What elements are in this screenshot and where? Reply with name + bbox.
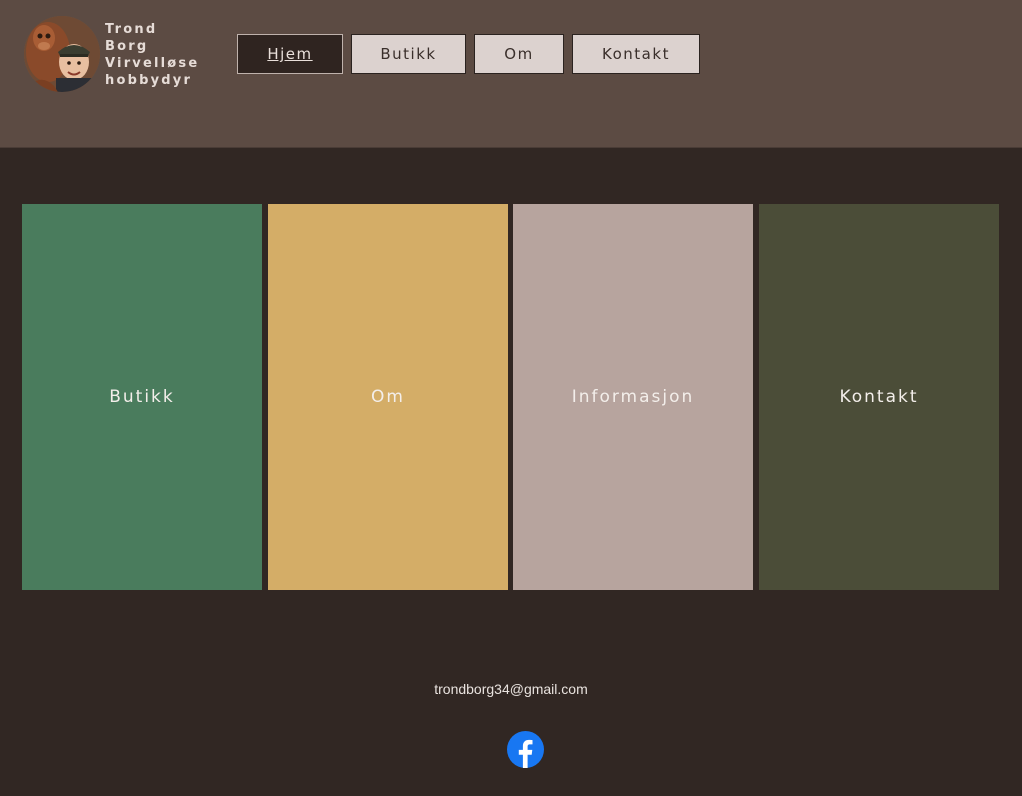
tile-label: Kontakt xyxy=(839,387,919,407)
site-title-line: hobbydyr xyxy=(105,73,193,88)
logo-avatar[interactable] xyxy=(24,16,100,92)
footer-email[interactable]: trondborg34@gmail.com xyxy=(0,681,1022,697)
tile-about[interactable]: Om xyxy=(268,204,508,590)
tile-label: Butikk xyxy=(109,387,175,407)
site-header: Trond Borg Virvelløse hobbydyr Hjem Buti… xyxy=(0,0,1022,148)
site-title[interactable]: Trond Borg Virvelløse hobbydyr xyxy=(105,21,199,89)
nav-shop-button[interactable]: Butikk xyxy=(351,34,466,74)
nav-about-button[interactable]: Om xyxy=(474,34,564,74)
nav-contact-button[interactable]: Kontakt xyxy=(572,34,700,74)
nav-home-button[interactable]: Hjem xyxy=(237,34,343,74)
facebook-icon[interactable] xyxy=(507,731,544,768)
tile-label: Om xyxy=(371,387,405,407)
site-title-line: Borg xyxy=(105,39,149,54)
tile-information[interactable]: Informasjon xyxy=(513,204,753,590)
tile-label: Informasjon xyxy=(571,387,695,407)
site-title-line: Virvelløse xyxy=(105,56,200,71)
site-title-line: Trond xyxy=(105,22,158,37)
tile-contact[interactable]: Kontakt xyxy=(759,204,999,590)
tile-shop[interactable]: Butikk xyxy=(22,204,262,590)
